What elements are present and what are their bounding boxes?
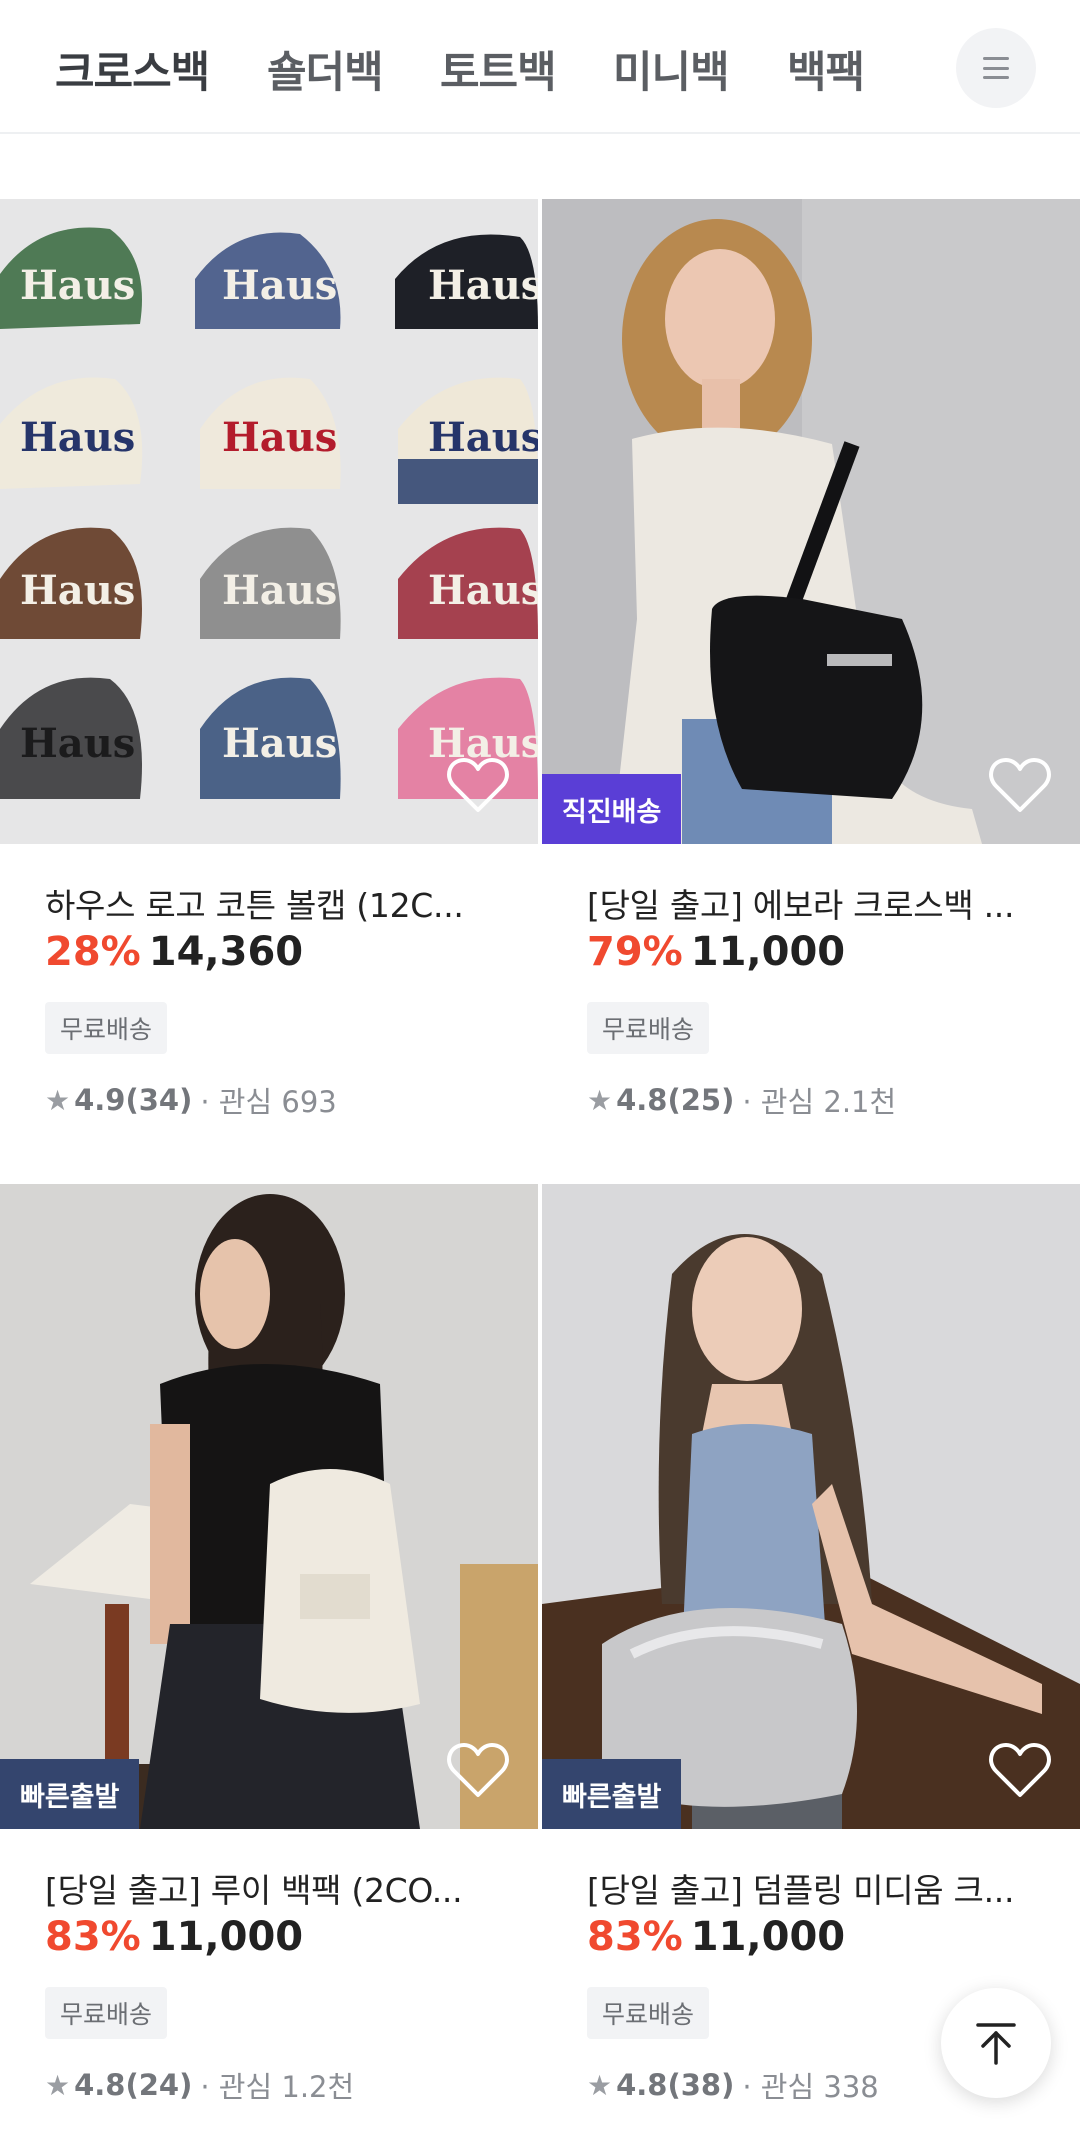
svg-text:Haus: Haus <box>20 414 135 461</box>
svg-text:Haus: Haus <box>222 262 337 309</box>
svg-text:Haus: Haus <box>222 720 337 767</box>
price: 11,000 <box>690 929 846 975</box>
interest-count: · 관심 693 <box>200 1085 337 1119</box>
product-image[interactable]: Haus Haus Haus Haus Haus Haus Haus Haus … <box>0 199 538 844</box>
tab-shoulderbag[interactable]: 숄더백 <box>267 38 384 100</box>
rating-info: ★ 4.8 (24) · 관심 1.2천 <box>45 2064 354 2106</box>
rating-value: 4.8 <box>74 2068 126 2102</box>
menu-button[interactable] <box>956 28 1036 108</box>
review-count: (34) <box>125 1083 193 1117</box>
category-tab-bar: 크로스백 숄더백 토트백 미니백 백팩 <box>0 0 1080 134</box>
interest-count: · 관심 1.2천 <box>200 2070 355 2104</box>
price: 11,000 <box>690 1914 846 1960</box>
svg-text:Haus: Haus <box>428 414 538 461</box>
tab-minibag[interactable]: 미니백 <box>613 38 730 100</box>
svg-text:Haus: Haus <box>428 567 538 614</box>
product-image[interactable]: 빠른출발 <box>542 1184 1080 1829</box>
rating-info: ★ 4.8 (25) · 관심 2.1천 <box>587 1079 896 1121</box>
price-row: 83% 11,000 <box>587 1914 845 1960</box>
free-shipping-tag: 무료배송 <box>45 1987 168 2039</box>
discount-rate: 83% <box>45 1914 141 1960</box>
svg-text:Haus: Haus <box>222 567 337 614</box>
svg-text:Haus: Haus <box>20 567 135 614</box>
tab-crossbag[interactable]: 크로스백 <box>55 38 210 100</box>
price: 14,360 <box>148 929 304 975</box>
model-crossbag-image <box>542 199 1080 844</box>
arrow-up-to-top-icon <box>976 2023 1016 2065</box>
free-shipping-tag: 무료배송 <box>587 1002 710 1054</box>
star-icon: ★ <box>45 2068 71 2102</box>
star-icon: ★ <box>587 2068 613 2102</box>
price-row: 83% 11,000 <box>45 1914 303 1960</box>
rating-value: 4.8 <box>616 1083 668 1117</box>
product-image[interactable]: 빠른출발 <box>0 1184 538 1829</box>
review-count: (24) <box>125 2068 193 2102</box>
product-image[interactable]: 직진배송 <box>542 199 1080 844</box>
product-title[interactable]: [당일 출고] 에보라 크로스백 ... <box>587 879 1047 927</box>
product-title[interactable]: 하우스 로고 코튼 볼캡 (12C... <box>45 879 505 927</box>
price-row: 28% 14,360 <box>45 929 303 975</box>
direct-delivery-badge: 직진배송 <box>542 774 682 844</box>
menu-icon <box>983 57 1009 79</box>
free-shipping-tag: 무료배송 <box>587 1987 710 2039</box>
rating-info: ★ 4.8 (38) · 관심 338 <box>587 2064 879 2106</box>
model-backpack-image <box>0 1184 538 1829</box>
discount-rate: 79% <box>587 929 683 975</box>
review-count: (38) <box>667 2068 735 2102</box>
rating-value: 4.8 <box>616 2068 668 2102</box>
heart-icon[interactable] <box>988 1741 1052 1801</box>
free-shipping-tag: 무료배송 <box>45 1002 168 1054</box>
price-row: 79% 11,000 <box>587 929 845 975</box>
discount-rate: 28% <box>45 929 141 975</box>
svg-text:Haus: Haus <box>20 262 135 309</box>
heart-icon[interactable] <box>446 1741 510 1801</box>
svg-text:Haus: Haus <box>222 414 337 461</box>
product-card[interactable]: Haus Haus Haus Haus Haus Haus Haus Haus … <box>0 199 538 1159</box>
model-shoulderbag-image <box>542 1184 1080 1829</box>
scroll-to-top-button[interactable] <box>941 1988 1051 2098</box>
review-count: (25) <box>667 1083 735 1117</box>
heart-icon[interactable] <box>988 756 1052 816</box>
tab-totebag[interactable]: 토트백 <box>440 38 557 100</box>
star-icon: ★ <box>587 1083 613 1117</box>
product-card[interactable]: 빠른출발 [당일 출고] 루이 백팩 (2CO... 83% 11,000 무료… <box>0 1184 538 2131</box>
product-card[interactable]: 직진배송 [당일 출고] 에보라 크로스백 ... 79% 11,000 무료배… <box>542 199 1080 1159</box>
product-title[interactable]: [당일 출고] 덤플링 미디움 크... <box>587 1864 1047 1912</box>
discount-rate: 83% <box>587 1914 683 1960</box>
tab-backpack[interactable]: 백팩 <box>787 38 865 100</box>
heart-icon[interactable] <box>446 756 510 816</box>
rating-info: ★ 4.9 (34) · 관심 693 <box>45 1079 337 1121</box>
rating-value: 4.9 <box>74 1083 126 1117</box>
interest-count: · 관심 2.1천 <box>742 1085 897 1119</box>
svg-text:Haus: Haus <box>20 720 135 767</box>
fast-dispatch-badge: 빠른출발 <box>0 1759 140 1829</box>
price: 11,000 <box>148 1914 304 1960</box>
interest-count: · 관심 338 <box>742 2070 879 2104</box>
star-icon: ★ <box>45 1083 71 1117</box>
caps-image: Haus Haus Haus Haus Haus Haus Haus Haus … <box>0 199 538 844</box>
product-title[interactable]: [당일 출고] 루이 백팩 (2CO... <box>45 1864 505 1912</box>
fast-dispatch-badge: 빠른출발 <box>542 1759 682 1829</box>
svg-text:Haus: Haus <box>428 262 538 309</box>
